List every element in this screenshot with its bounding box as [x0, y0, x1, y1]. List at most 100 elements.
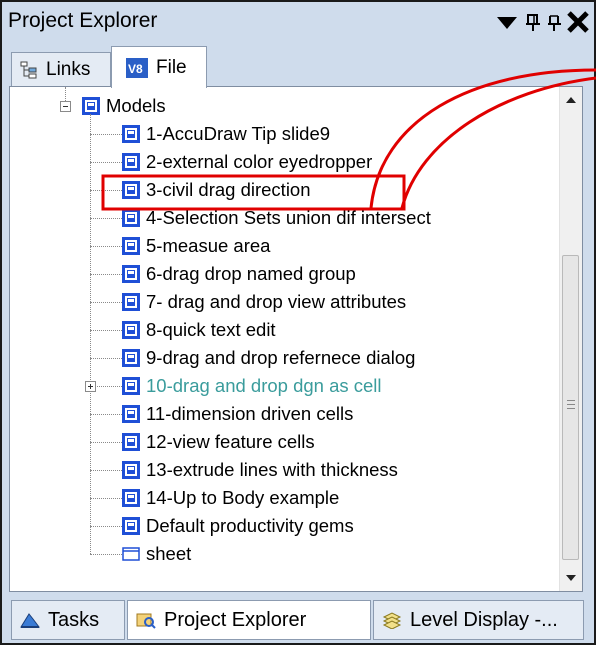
- tree-guide-line: [90, 526, 122, 527]
- tree-node-label: 8-quick text edit: [146, 319, 276, 340]
- tree-node-label: 2-external color eyedropper: [146, 151, 373, 172]
- tree-node-model[interactable]: 10-drag and drop dgn as cell: [122, 372, 382, 400]
- tree-guide-line: [90, 114, 91, 554]
- tab-links-label: Links: [46, 58, 91, 80]
- tasks-icon: [20, 613, 40, 628]
- tab-tasks[interactable]: Tasks: [11, 600, 125, 640]
- pin-icon[interactable]: [524, 8, 542, 36]
- tree-guide-line: [90, 554, 122, 555]
- model-icon: [122, 293, 140, 311]
- tree-node-label: 7- drag and drop view attributes: [146, 291, 407, 312]
- tree-node-model[interactable]: 1-AccuDraw Tip slide9: [122, 120, 330, 148]
- tree-node-label: 3-civil drag direction: [146, 179, 311, 200]
- tree-node-model[interactable]: sheet: [122, 540, 191, 568]
- model-icon: [122, 349, 140, 367]
- tree-node-label: 4-Selection Sets union dif intersect: [146, 207, 431, 228]
- tree-guide-line: [65, 87, 66, 101]
- tree-node-model[interactable]: 3-civil drag direction: [122, 176, 311, 204]
- tree-node-label: 9-drag and drop refernece dialog: [146, 347, 416, 368]
- scroll-up-arrow-icon: [566, 97, 576, 103]
- tree-guide-line: [90, 470, 122, 471]
- tree-guide-line: [90, 358, 122, 359]
- model-icon: [122, 181, 140, 199]
- view-tabs: Links V8 File: [2, 42, 594, 88]
- tab-tasks-label: Tasks: [48, 608, 100, 631]
- tree-node-label: 14-Up to Body example: [146, 487, 340, 508]
- tree-guide-line: [90, 190, 122, 191]
- vertical-scrollbar[interactable]: [559, 87, 582, 591]
- tab-level-display[interactable]: Level Display -...: [373, 600, 584, 640]
- model-icon: [122, 433, 140, 451]
- project-explorer-icon: [136, 613, 156, 629]
- expand-icon[interactable]: [85, 381, 96, 392]
- tree-node-label: 5-measue area: [146, 235, 271, 256]
- tab-file-label: File: [156, 56, 187, 78]
- tree-node-label: sheet: [146, 543, 192, 564]
- tree-node-label: 1-AccuDraw Tip slide9: [146, 123, 331, 144]
- scroll-down-arrow-icon: [566, 575, 576, 581]
- tree-guide-line: [90, 302, 122, 303]
- tree-guide-line: [90, 442, 122, 443]
- tree-guide-line: [90, 134, 122, 135]
- pin-icon[interactable]: [546, 8, 564, 36]
- scroll-up-button[interactable]: [560, 89, 582, 111]
- tree-node-model[interactable]: 8-quick text edit: [122, 316, 276, 344]
- model-icon: [122, 377, 140, 395]
- tab-project-explorer[interactable]: Project Explorer: [127, 600, 371, 640]
- tab-links[interactable]: Links: [11, 52, 111, 86]
- bottom-tabs: Tasks Project Explorer Level Display -..…: [2, 598, 594, 643]
- file-tree: Models 1-AccuDraw Tip slide9 2-external co…: [9, 86, 583, 592]
- tree-node-label: Models: [106, 95, 166, 116]
- tab-project-explorer-label: Project Explorer: [164, 608, 307, 631]
- tree-node-label: 10-drag and drop dgn as cell: [146, 375, 382, 396]
- tree-node-model[interactable]: 2-external color eyedropper: [122, 148, 372, 176]
- model-icon: [122, 237, 140, 255]
- title-bar: Project Explorer: [2, 2, 594, 42]
- tab-level-display-label: Level Display -...: [410, 608, 558, 631]
- tree-node-model[interactable]: 9-drag and drop refernece dialog: [122, 344, 415, 372]
- tree-guide-line: [90, 414, 122, 415]
- model-icon: [122, 405, 140, 423]
- tree-node-label: 12-view feature cells: [146, 431, 315, 452]
- model-icon: [122, 321, 140, 339]
- svg-text:V8: V8: [128, 62, 143, 76]
- tree-node-models[interactable]: Models: [82, 92, 166, 120]
- close-icon[interactable]: [564, 8, 592, 36]
- model-icon: [122, 265, 140, 283]
- tree-node-label: 6-drag drop named group: [146, 263, 356, 284]
- model-icon: [122, 461, 140, 479]
- links-tree-icon: [20, 61, 37, 78]
- tree-node-model[interactable]: Default productivity gems: [122, 512, 354, 540]
- dgn-file-icon: V8: [126, 57, 148, 78]
- tree-node-model[interactable]: 6-drag drop named group: [122, 260, 356, 288]
- tab-file[interactable]: V8 File: [111, 46, 207, 88]
- tree-guide-line: [90, 162, 122, 163]
- tree-guide-line: [90, 218, 122, 219]
- tree-node-label: 13-extrude lines with thickness: [146, 459, 398, 480]
- panel-title: Project Explorer: [8, 9, 158, 32]
- collapse-icon[interactable]: [60, 101, 71, 112]
- tree-node-label: Default productivity gems: [146, 515, 354, 536]
- dropdown-arrow-icon[interactable]: [494, 8, 520, 36]
- scroll-down-button[interactable]: [560, 567, 582, 589]
- tree-node-model[interactable]: 13-extrude lines with thickness: [122, 456, 398, 484]
- tree-node-model[interactable]: 5-measue area: [122, 232, 270, 260]
- tree-node-model[interactable]: 14-Up to Body example: [122, 484, 339, 512]
- sheet-icon: [122, 547, 140, 561]
- model-icon: [122, 153, 140, 171]
- project-explorer-panel: Project Explorer Links V8 File Models 1-…: [0, 0, 596, 645]
- scroll-thumb[interactable]: [562, 255, 579, 560]
- tree-node-model[interactable]: 7- drag and drop view attributes: [122, 288, 406, 316]
- tree-guide-line: [90, 498, 122, 499]
- model-icon: [122, 125, 140, 143]
- tree-node-model[interactable]: 11-dimension driven cells: [122, 400, 353, 428]
- tree-node-model[interactable]: 12-view feature cells: [122, 428, 315, 456]
- tree-guide-line: [90, 274, 122, 275]
- tree-node-label: 11-dimension driven cells: [146, 403, 354, 424]
- model-icon: [122, 489, 140, 507]
- model-icon: [82, 97, 100, 115]
- scroll-grip-icon: [567, 400, 575, 412]
- tree-guide-line: [90, 246, 122, 247]
- model-icon: [122, 209, 140, 227]
- tree-node-model[interactable]: 4-Selection Sets union dif intersect: [122, 204, 431, 232]
